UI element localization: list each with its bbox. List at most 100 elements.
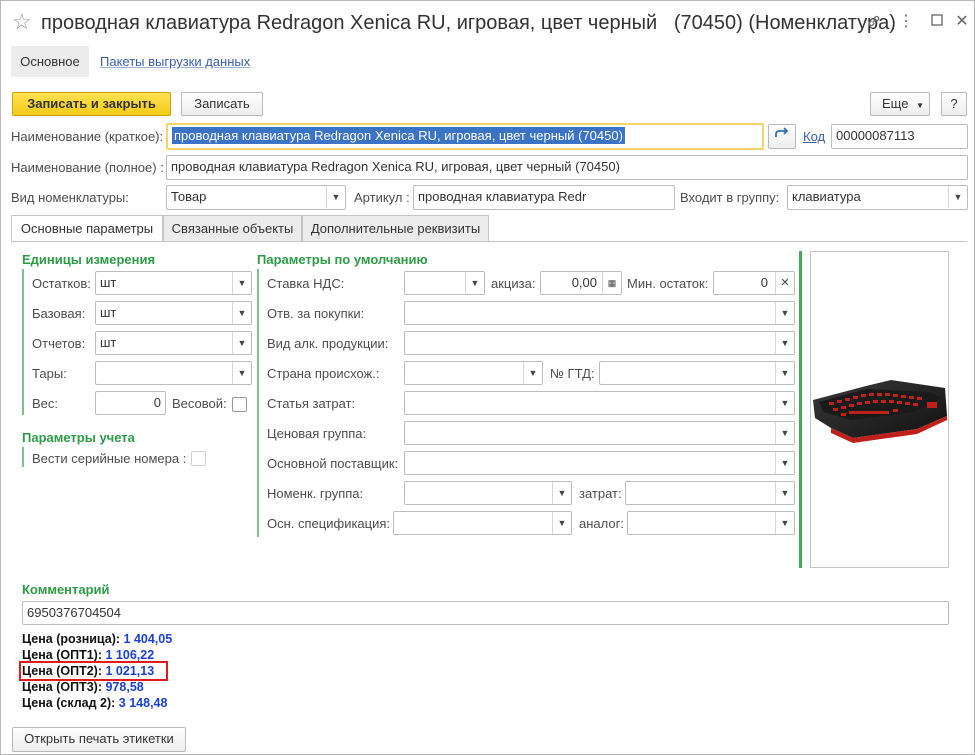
dropdown-arrow-icon[interactable]: ▼ — [775, 332, 794, 354]
code-link[interactable]: Код — [803, 129, 825, 144]
unit-tare-select[interactable]: ▼ — [95, 361, 252, 385]
unit-tare-label: Тары: — [32, 366, 67, 381]
min-stock-label: Мин. остаток: — [627, 276, 709, 291]
accounting-group-line — [22, 447, 24, 467]
country-select[interactable]: ▼ — [404, 361, 543, 385]
dropdown-arrow-icon[interactable]: ▼ — [465, 272, 484, 294]
clear-icon[interactable]: ✕ — [775, 272, 794, 294]
dropdown-arrow-icon[interactable]: ▼ — [552, 482, 571, 504]
defaults-group-line — [257, 269, 259, 537]
price-warehouse2: Цена (склад 2): 3 148,48 — [22, 696, 167, 710]
arrow-redo-icon — [775, 127, 789, 137]
article-input[interactable]: проводная клавиатура Redr — [413, 185, 675, 210]
min-stock-value: 0 — [760, 275, 768, 290]
serial-numbers-checkbox[interactable] — [191, 451, 206, 466]
dropdown-arrow-icon[interactable]: ▼ — [775, 362, 794, 384]
spec-label: Осн. спецификация: — [267, 516, 391, 531]
short-name-label: Наименование (краткое): — [11, 129, 164, 144]
maximize-icon[interactable] — [928, 13, 946, 31]
dropdown-arrow-icon[interactable]: ▼ — [775, 512, 794, 534]
more-button-label: Еще — [882, 96, 909, 111]
dropdown-arrow-icon[interactable]: ▼ — [775, 452, 794, 474]
price-opt1-label: Цена (ОПТ1): — [22, 648, 102, 662]
price-opt1: Цена (ОПТ1): 1 106,22 — [22, 648, 154, 662]
excise-input[interactable]: 0,00 ▦ — [540, 271, 622, 295]
gtd-select[interactable]: ▼ — [599, 361, 795, 385]
full-name-label: Наименование (полное) : — [11, 160, 164, 175]
country-label: Страна происхож.: — [267, 366, 380, 381]
dropdown-arrow-icon[interactable]: ▼ — [232, 302, 251, 324]
unit-stock-select[interactable]: шт ▼ — [95, 271, 252, 295]
dropdown-arrow-icon[interactable]: ▼ — [948, 186, 967, 208]
short-name-input[interactable]: проводная клавиатура Redragon Xenica RU,… — [166, 123, 764, 150]
weighted-label: Весовой: — [172, 396, 227, 411]
save-button[interactable]: Записать — [181, 92, 263, 116]
price-retail-value: 1 404,05 — [123, 632, 173, 646]
supplier-select[interactable]: ▼ — [404, 451, 795, 475]
tab-linked-objects[interactable]: Связанные объекты — [163, 215, 302, 241]
spec-select[interactable]: ▼ — [393, 511, 572, 535]
price-opt3-label: Цена (ОПТ3): — [22, 680, 102, 694]
favorite-star-icon[interactable]: ☆ — [12, 11, 32, 33]
dropdown-arrow-icon[interactable]: ▼ — [775, 302, 794, 324]
unit-stock-value: шт — [100, 275, 117, 290]
unit-reports-select[interactable]: шт ▼ — [95, 331, 252, 355]
full-name-input[interactable]: проводная клавиатура Redragon Xenica RU,… — [166, 155, 968, 180]
type-select[interactable]: Товар ▼ — [166, 185, 346, 210]
image-divider-line — [799, 251, 802, 568]
dropdown-arrow-icon[interactable]: ▼ — [232, 332, 251, 354]
comment-input[interactable]: 6950376704504 — [22, 601, 949, 625]
price-retail-label: Цена (розница): — [22, 632, 121, 646]
buyer-select[interactable]: ▼ — [404, 301, 795, 325]
alc-type-select[interactable]: ▼ — [404, 331, 795, 355]
price-opt3: Цена (ОПТ3): 978,58 — [22, 680, 144, 694]
nom-group-select[interactable]: ▼ — [404, 481, 572, 505]
dropdown-arrow-icon[interactable]: ▼ — [326, 186, 345, 208]
close-icon[interactable]: ✕ — [953, 13, 971, 31]
dropdown-arrow-icon[interactable]: ▼ — [523, 362, 542, 384]
save-and-close-button[interactable]: Записать и закрыть — [12, 92, 171, 116]
costs-label: затрат: — [579, 486, 622, 501]
help-button[interactable]: ? — [941, 92, 967, 116]
short-name-value: проводная клавиатура Redragon Xenica RU,… — [172, 127, 625, 144]
item-form-window: ☆ проводная клавиатура Redragon Xenica R… — [0, 0, 975, 755]
weighted-checkbox[interactable] — [232, 397, 247, 412]
unit-base-select[interactable]: шт ▼ — [95, 301, 252, 325]
group-select[interactable]: клавиатура ▼ — [787, 185, 968, 210]
price-opt1-value: 1 106,22 — [105, 648, 155, 662]
dropdown-arrow-icon[interactable]: ▼ — [775, 422, 794, 444]
cost-item-select[interactable]: ▼ — [404, 391, 795, 415]
print-label-button[interactable]: Открыть печать этикетки — [12, 727, 186, 752]
excise-value: 0,00 — [571, 275, 597, 290]
chevron-down-icon: ▼ — [916, 101, 924, 110]
dropdown-arrow-icon[interactable]: ▼ — [232, 272, 251, 294]
unit-base-value: шт — [100, 305, 117, 320]
min-stock-input[interactable]: 0 ✕ — [713, 271, 795, 295]
costs-select[interactable]: ▼ — [625, 481, 795, 505]
tab-extra-props[interactable]: Дополнительные реквизиты — [302, 215, 489, 241]
buyer-label: Отв. за покупки: — [267, 306, 365, 321]
more-menu-icon[interactable]: ⋮ — [897, 13, 915, 31]
dropdown-arrow-icon[interactable]: ▼ — [552, 512, 571, 534]
supplier-label: Основной поставщик: — [267, 456, 399, 471]
product-image[interactable] — [810, 251, 949, 568]
price-opt3-value: 978,58 — [105, 680, 144, 694]
weight-input[interactable]: 0 — [95, 391, 166, 415]
dropdown-arrow-icon[interactable]: ▼ — [775, 392, 794, 414]
nom-group-label: Номенк. группа: — [267, 486, 364, 501]
calculator-icon[interactable]: ▦ — [602, 272, 621, 294]
more-button[interactable]: Еще ▼ — [870, 92, 930, 116]
unit-base-label: Базовая: — [32, 306, 86, 321]
analog-select[interactable]: ▼ — [627, 511, 795, 535]
price-group-select[interactable]: ▼ — [404, 421, 795, 445]
excise-label: акциза: — [491, 276, 536, 291]
vat-select[interactable]: ▼ — [404, 271, 485, 295]
tab-main-params[interactable]: Основные параметры — [11, 215, 163, 242]
dropdown-arrow-icon[interactable]: ▼ — [775, 482, 794, 504]
translate-arrow-button[interactable] — [768, 124, 796, 149]
dropdown-arrow-icon[interactable]: ▼ — [232, 362, 251, 384]
link-icon[interactable] — [865, 13, 883, 31]
nav-export-packages-link[interactable]: Пакеты выгрузки данных — [100, 54, 250, 69]
nav-main-tab[interactable]: Основное — [11, 46, 89, 77]
code-input[interactable]: 00000087113 — [831, 124, 968, 149]
